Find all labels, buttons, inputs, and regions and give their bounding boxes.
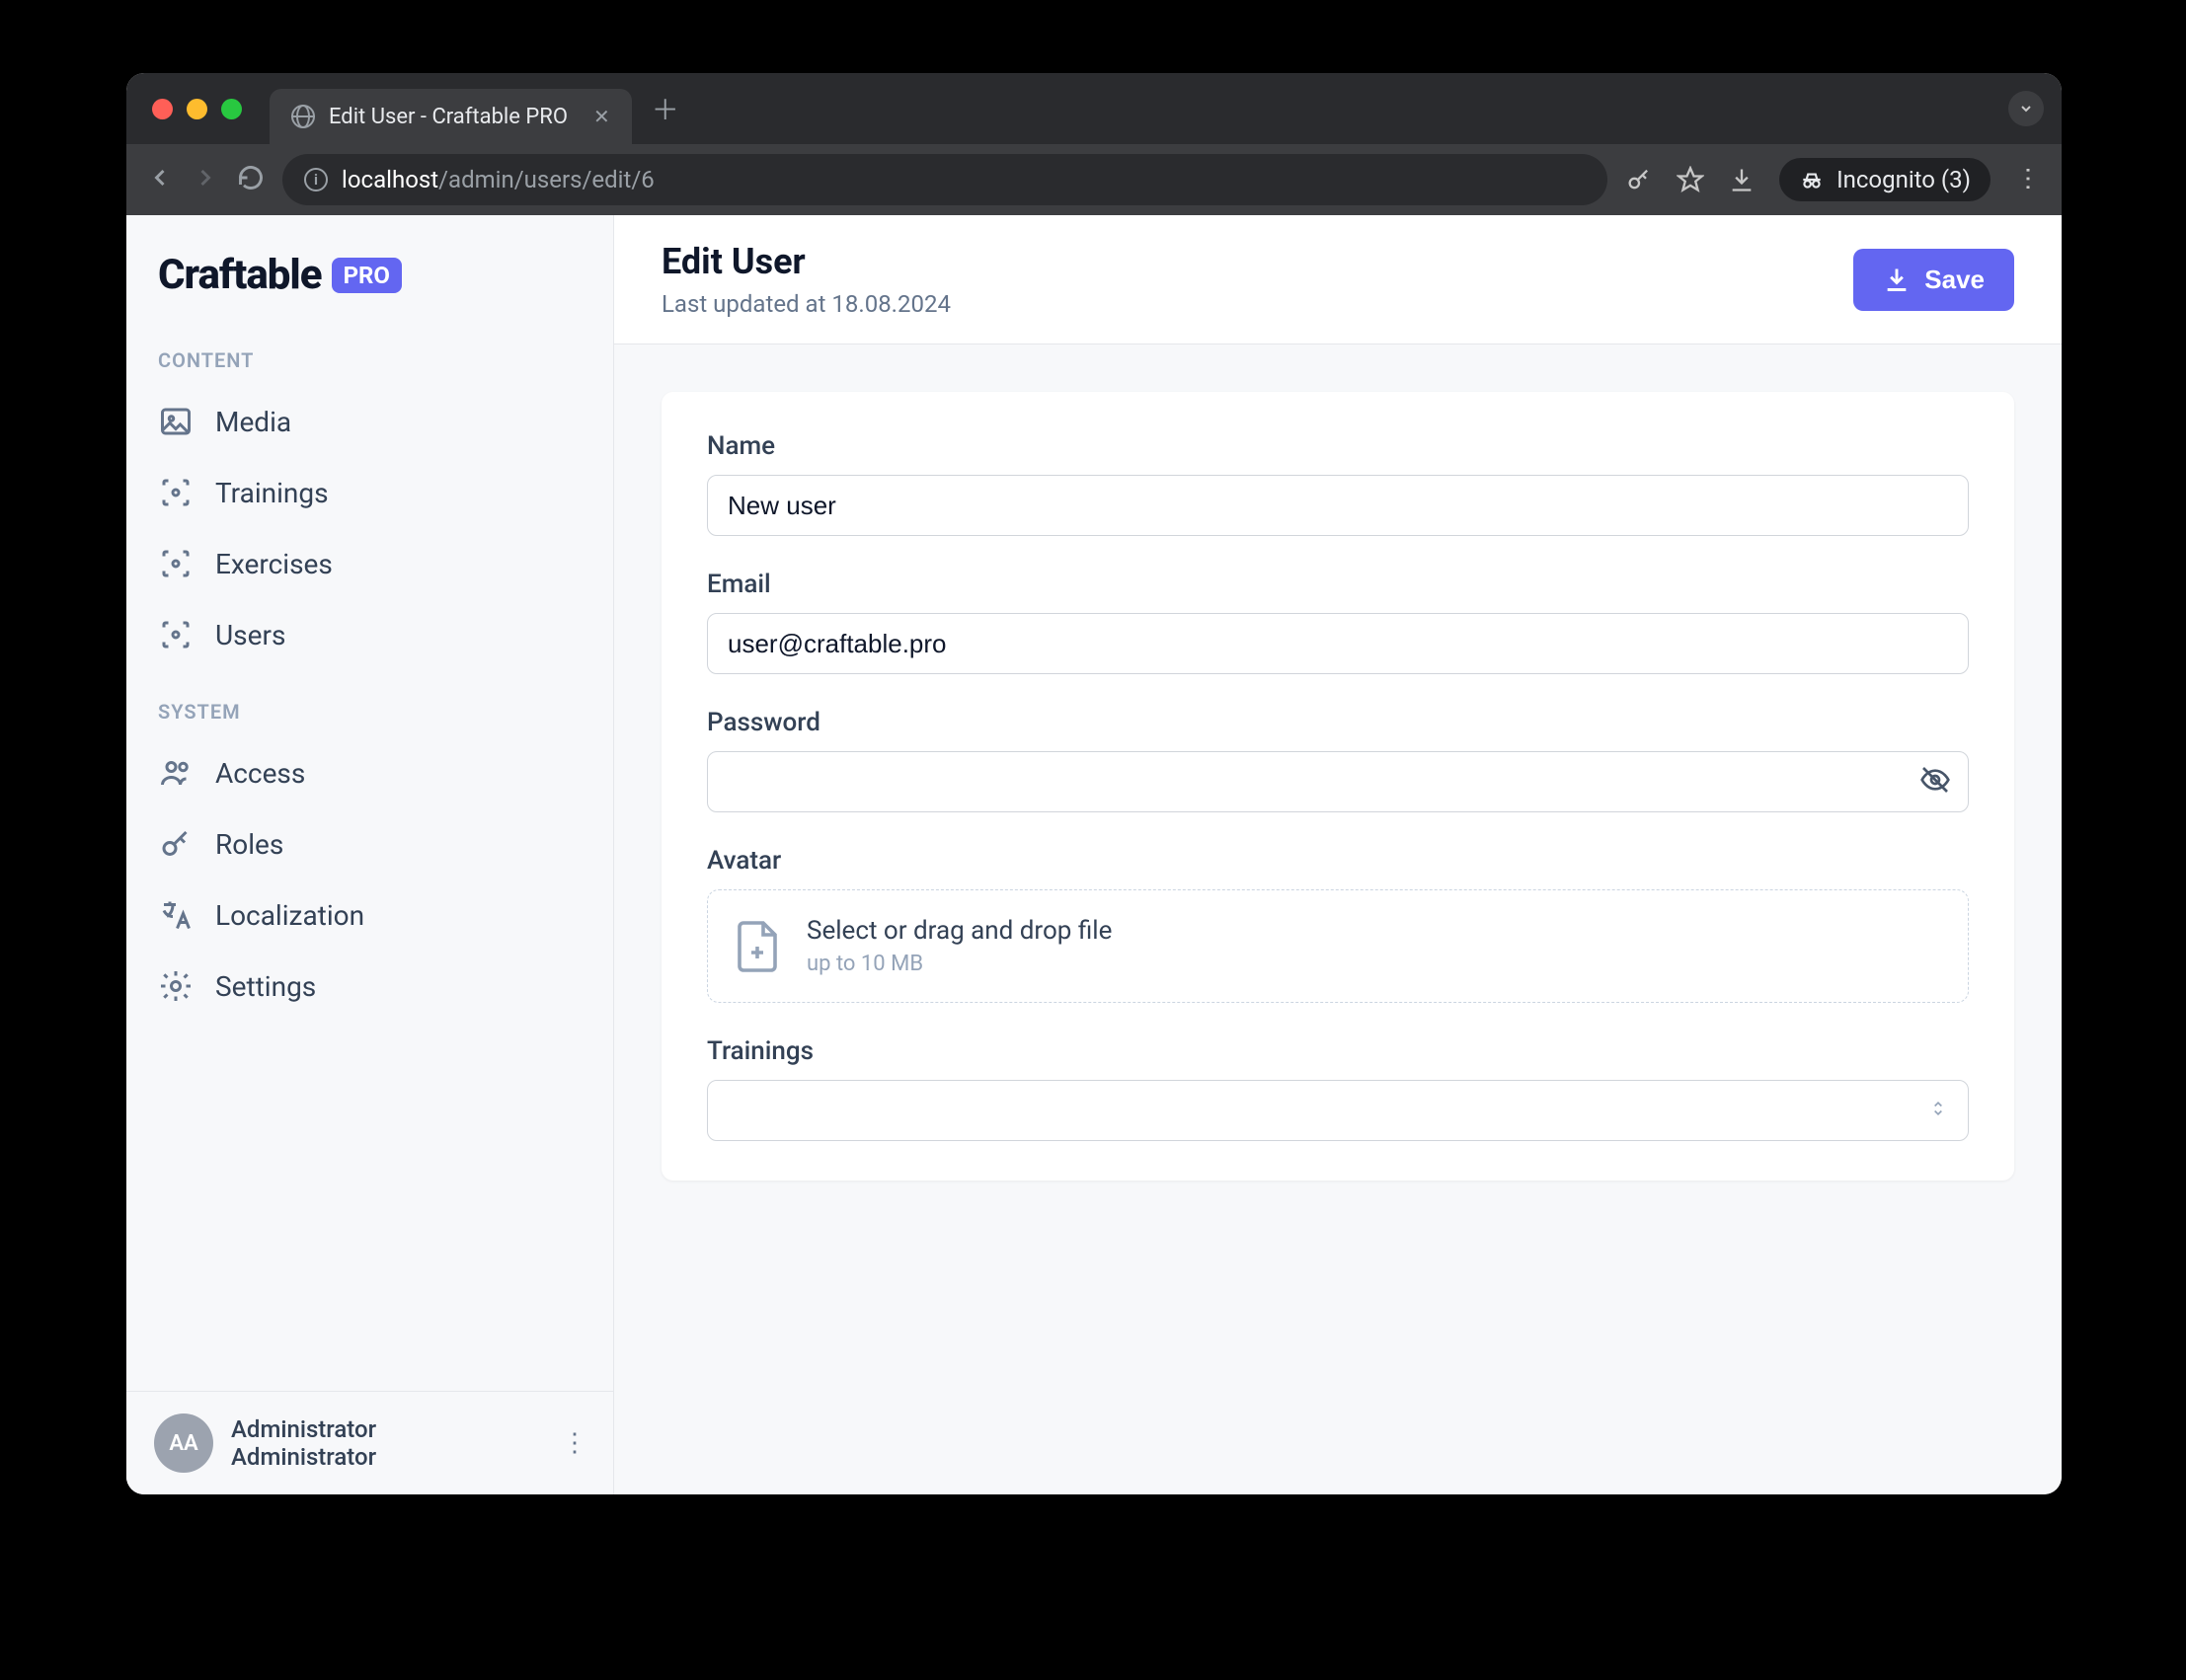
- tab-title: Edit User - Craftable PRO: [329, 105, 568, 129]
- window-close-button[interactable]: [152, 99, 173, 119]
- avatar-label: Avatar: [707, 846, 1969, 876]
- sidebar-item-exercises[interactable]: Exercises: [126, 528, 613, 599]
- site-info-icon[interactable]: i: [304, 168, 328, 191]
- email-label: Email: [707, 570, 1969, 599]
- footer-name-1: Administrator: [231, 1415, 376, 1443]
- sidebar-item-label: Media: [215, 406, 291, 438]
- url-path: /admin/users/edit/6: [438, 166, 655, 193]
- file-plus-icon: [734, 919, 781, 974]
- traffic-lights: [152, 99, 242, 119]
- back-button[interactable]: [146, 164, 174, 195]
- chevron-up-down-icon: [1928, 1096, 1948, 1125]
- sidebar: Craftable PRO CONTENT Media Trainings Ex…: [126, 215, 614, 1494]
- sidebar-item-localization[interactable]: Localization: [126, 879, 613, 951]
- browser-tab[interactable]: Edit User - Craftable PRO ✕: [270, 89, 632, 144]
- bookmark-star-icon[interactable]: [1677, 166, 1704, 193]
- users-icon: [158, 755, 194, 791]
- avatar[interactable]: AA: [154, 1413, 213, 1473]
- window-maximize-button[interactable]: [221, 99, 242, 119]
- localization-icon: [158, 897, 194, 933]
- sidebar-item-label: Trainings: [215, 477, 329, 509]
- image-icon: [158, 404, 194, 439]
- sidebar-item-access[interactable]: Access: [126, 737, 613, 808]
- dropzone-subtext: up to 10 MB: [807, 952, 1112, 976]
- logo-text: Craftable: [158, 251, 322, 299]
- sidebar-item-label: Users: [215, 619, 285, 651]
- browser-menu-button[interactable]: ⋯: [2013, 166, 2043, 193]
- toggle-password-visibility-button[interactable]: [1919, 764, 1951, 800]
- download-icon: [1883, 266, 1911, 293]
- tab-list-button[interactable]: [2008, 91, 2044, 126]
- close-tab-button[interactable]: ✕: [593, 105, 610, 128]
- browser-tab-bar: Edit User - Craftable PRO ✕ ＋: [126, 73, 2062, 144]
- nav-heading-system: SYSTEM: [126, 686, 613, 737]
- new-tab-button[interactable]: ＋: [652, 89, 679, 128]
- sidebar-item-label: Access: [215, 757, 305, 790]
- sidebar-item-trainings[interactable]: Trainings: [126, 457, 613, 528]
- trainings-select[interactable]: [707, 1080, 1969, 1141]
- logo-badge: PRO: [332, 258, 402, 293]
- user-menu-button[interactable]: ⋮: [562, 1428, 586, 1458]
- sidebar-item-label: Exercises: [215, 548, 333, 580]
- sidebar-item-roles[interactable]: Roles: [126, 808, 613, 879]
- save-button-label: Save: [1924, 265, 1985, 295]
- eye-off-icon: [1919, 764, 1951, 796]
- main: Edit User Last updated at 18.08.2024 Sav…: [614, 215, 2062, 1494]
- page-title: Edit User: [662, 241, 951, 282]
- sidebar-item-label: Roles: [215, 828, 283, 861]
- incognito-indicator[interactable]: Incognito (3): [1779, 158, 1991, 201]
- name-label: Name: [707, 431, 1969, 461]
- scan-icon: [158, 617, 194, 652]
- sidebar-item-users[interactable]: Users: [126, 599, 613, 670]
- name-input[interactable]: [707, 475, 1969, 536]
- scan-icon: [158, 475, 194, 510]
- save-button[interactable]: Save: [1853, 249, 2014, 311]
- scan-icon: [158, 546, 194, 581]
- footer-name-2: Administrator: [231, 1443, 376, 1471]
- sidebar-item-media[interactable]: Media: [126, 386, 613, 457]
- avatar-dropzone[interactable]: Select or drag and drop file up to 10 MB: [707, 889, 1969, 1003]
- form-card: Name Email Password: [662, 392, 2014, 1181]
- page-header: Edit User Last updated at 18.08.2024 Sav…: [614, 215, 2062, 344]
- url-host: localhost: [342, 166, 438, 193]
- gear-icon: [158, 968, 194, 1004]
- download-icon[interactable]: [1728, 166, 1756, 193]
- reload-button[interactable]: [237, 164, 265, 195]
- password-label: Password: [707, 708, 1969, 737]
- email-input[interactable]: [707, 613, 1969, 674]
- logo[interactable]: Craftable PRO: [126, 215, 613, 325]
- sidebar-footer: AA Administrator Administrator ⋮: [126, 1391, 613, 1494]
- password-input[interactable]: [707, 751, 1969, 812]
- forward-button[interactable]: [192, 164, 219, 195]
- sidebar-item-settings[interactable]: Settings: [126, 951, 613, 1022]
- page-subtitle: Last updated at 18.08.2024: [662, 290, 951, 318]
- incognito-label: Incognito (3): [1836, 166, 1971, 193]
- trainings-label: Trainings: [707, 1036, 1969, 1066]
- sidebar-item-label: Settings: [215, 970, 316, 1003]
- globe-icon: [291, 105, 315, 128]
- key-icon: [158, 826, 194, 862]
- window-minimize-button[interactable]: [187, 99, 207, 119]
- password-key-icon[interactable]: [1625, 166, 1653, 193]
- browser-toolbar: i localhost/admin/users/edit/6 Incognito…: [126, 144, 2062, 215]
- dropzone-text: Select or drag and drop file: [807, 916, 1112, 946]
- sidebar-item-label: Localization: [215, 899, 364, 932]
- url-bar[interactable]: i localhost/admin/users/edit/6: [282, 154, 1607, 205]
- nav-heading-content: CONTENT: [126, 335, 613, 386]
- incognito-icon: [1799, 167, 1825, 192]
